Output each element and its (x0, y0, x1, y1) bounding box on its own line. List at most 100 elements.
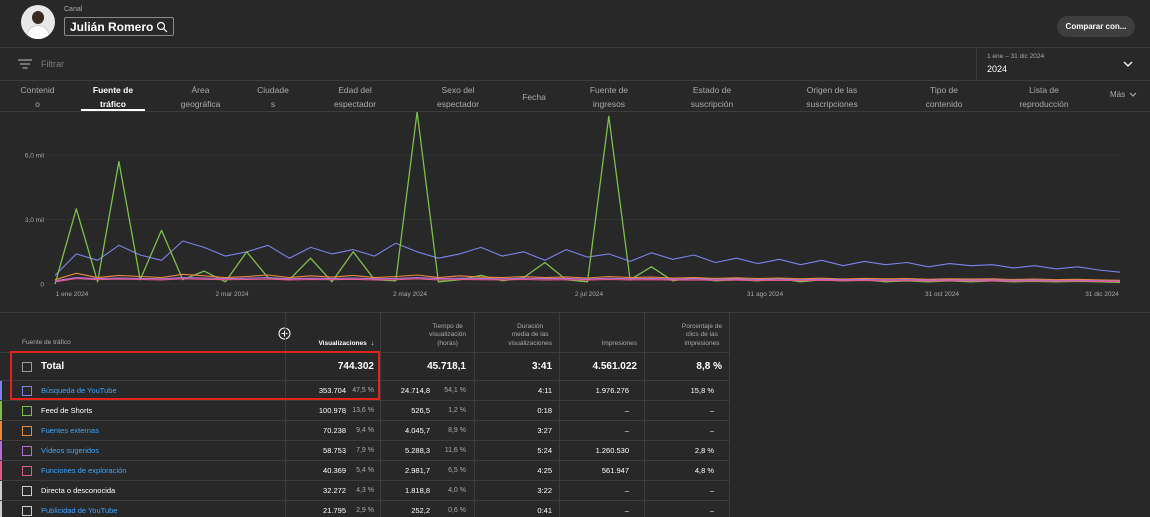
checkbox[interactable] (22, 426, 32, 436)
traffic-source-name: Feed de Shorts (41, 406, 93, 415)
divider (976, 48, 977, 81)
column-header-watch[interactable]: Tiempo de visualización (horas) (382, 313, 466, 352)
tab-ciudades[interactable]: Ciudade s (247, 82, 299, 112)
checkbox[interactable] (22, 362, 32, 372)
top-header: Canal Julián Romero Comparar con... (0, 0, 1150, 48)
compare-button[interactable]: Comparar con... (1057, 16, 1135, 37)
search-icon[interactable] (156, 21, 168, 33)
chevron-down-icon[interactable] (1128, 90, 1138, 100)
watch-time-percent: 1,2 % (448, 406, 466, 414)
views-percent: 5,4 % (356, 466, 374, 474)
views-value: 70.238 (323, 426, 346, 435)
table-row[interactable]: Directa o desconocida 32.272 4,3 % 1.818,8 4… (0, 480, 730, 501)
tab-fecha[interactable]: Fecha (510, 82, 558, 112)
channel-avatar[interactable] (21, 5, 55, 39)
tab-sexo[interactable]: Sexo del espectador (418, 82, 498, 112)
views-percent: 2,9 % (356, 506, 374, 514)
tab-area-geografica[interactable]: Área geográfica (163, 82, 238, 112)
avg-duration-value: 3:27 (537, 426, 552, 435)
traffic-source-name[interactable]: Vídeos sugeridos (41, 446, 99, 455)
channel-name: Julián Romero (70, 20, 154, 34)
sort-down-icon[interactable]: ↓ (371, 340, 374, 349)
tab-origen-suscripciones[interactable]: Origen de las suscripciones (782, 82, 882, 112)
tab-fuente-de-trafico[interactable]: Fuente de tráfico (81, 82, 145, 112)
table-row[interactable]: Vídeos sugeridos 58.753 7,9 % 5.288,3 11,6 %… (0, 440, 730, 461)
column-header-impr[interactable]: Impresiones (561, 313, 637, 352)
series-color-bar (0, 401, 2, 421)
tab-edad[interactable]: Edad del espectador (315, 82, 395, 112)
table-row[interactable]: Feed de Shorts 100.978 13,6 % 526,5 1,2 % 0:1… (0, 400, 730, 421)
avg-duration-value: 5:24 (537, 446, 552, 455)
avg-duration-value: 3:22 (537, 486, 552, 495)
checkbox[interactable] (22, 386, 32, 396)
watch-time-percent: 6,5 % (448, 466, 466, 474)
traffic-source-name[interactable]: Búsqueda de YouTube (41, 386, 117, 395)
checkbox[interactable] (22, 466, 32, 476)
date-range-value[interactable]: 2024 (987, 64, 1007, 74)
ctr-value: – (709, 486, 714, 495)
table-row[interactable]: Funciones de exploración 40.369 5,4 % 2.981… (0, 460, 730, 481)
column-header-avg[interactable]: Duración media de las visualizaciones (476, 313, 552, 352)
watch-time-value: 2.981,7 (404, 466, 430, 475)
checkbox[interactable] (22, 406, 32, 416)
tab-contenido[interactable]: Contenid o (10, 82, 65, 112)
filter-icon[interactable] (18, 58, 32, 70)
checkbox[interactable] (22, 446, 32, 456)
impressions-value: 561.947 (601, 466, 629, 475)
watch-time-percent: 0,6 % (448, 506, 466, 514)
ctr-value: – (709, 406, 714, 415)
checkbox[interactable] (22, 506, 32, 516)
views-value: 21.795 (323, 506, 346, 515)
views-percent: 9,4 % (356, 426, 374, 434)
column-header-views[interactable]: Visualizaciones ↓ (287, 313, 374, 352)
tab-estado-suscripcion[interactable]: Estado de suscripción (665, 82, 759, 112)
channel-selector[interactable]: Julián Romero (64, 17, 174, 36)
series-color-bar (0, 481, 2, 501)
traffic-source-name: Directa o desconocida (41, 486, 116, 495)
table-row[interactable]: Búsqueda de YouTube 353.704 47,5 % 24.714,8… (0, 380, 730, 401)
x-tick-label: 31 dic 2024 (1085, 291, 1119, 298)
avg-duration-value: 4:11 (537, 386, 552, 395)
date-range-label[interactable]: 1 ene – 31 dic 2024 (987, 53, 1044, 60)
tab-lista-reproduccion[interactable]: Lista de reproducción (1000, 82, 1088, 112)
watch-time-value: 1.818,8 (404, 486, 430, 495)
impressions-value: – (624, 426, 629, 435)
views-value: 100.978 (318, 406, 346, 415)
ctr-value: 15,8 % (690, 386, 714, 395)
total-views: 744.302 (337, 361, 374, 372)
watch-time-value: 252,2 (411, 506, 430, 515)
impressions-value: 1.260.530 (595, 446, 629, 455)
x-tick-label: 2 jul 2024 (575, 291, 604, 298)
tab-fuente-ingresos[interactable]: Fuente de ingresos (570, 82, 648, 112)
watch-time-value: 4.045,7 (404, 426, 430, 435)
x-tick-label: 2 mar 2024 (216, 291, 249, 298)
views-percent: 13,6 % (352, 406, 374, 414)
checkbox[interactable] (22, 486, 32, 496)
watch-time-percent: 8,9 % (448, 426, 466, 434)
impressions-value: – (624, 406, 629, 415)
traffic-source-name[interactable]: Fuentes externas (41, 426, 99, 435)
chevron-down-icon[interactable] (1122, 58, 1134, 70)
impressions-value: – (624, 506, 629, 515)
table-row[interactable]: Fuentes externas 70.238 9,4 % 4.045,7 8,9 % 3… (0, 420, 730, 441)
traffic-source-name[interactable]: Publicidad de YouTube (41, 506, 117, 515)
table-total-row: Total 744.302 45.718,1 3:41 4.561.022 8,8 % (0, 352, 730, 380)
traffic-source-name[interactable]: Funciones de exploración (41, 466, 126, 475)
ctr-value: – (709, 506, 714, 515)
impressions-value: 1.976.276 (595, 386, 629, 395)
watch-time-value: 24.714,8 (400, 386, 430, 395)
x-tick-label: 1 ene 2024 (56, 291, 89, 298)
table-row[interactable]: Publicidad de YouTube 21.795 2,9 % 252,2 0,6… (0, 500, 730, 517)
total-ctr: 8,8 % (696, 361, 722, 372)
impressions-value: – (624, 486, 629, 495)
column-header-ctr[interactable]: Porcentaje de clics de las impresiones (646, 313, 722, 352)
ctr-value: – (709, 426, 714, 435)
filter-input[interactable]: Filtrar (41, 59, 64, 69)
source-column-header[interactable]: Fuente de tráfico (22, 339, 71, 346)
tab-tipo-contenido[interactable]: Tipo de contenido (900, 82, 988, 112)
line-chart: 6,0 mil 3,0 mil 0 1 ene 2024 2 mar 2024 2 may… (25, 112, 1121, 298)
total-label: Total (41, 361, 65, 372)
more-tabs-button[interactable]: Más (1110, 90, 1125, 99)
views-value: 353.704 (318, 386, 346, 395)
views-percent: 4,3 % (356, 486, 374, 494)
